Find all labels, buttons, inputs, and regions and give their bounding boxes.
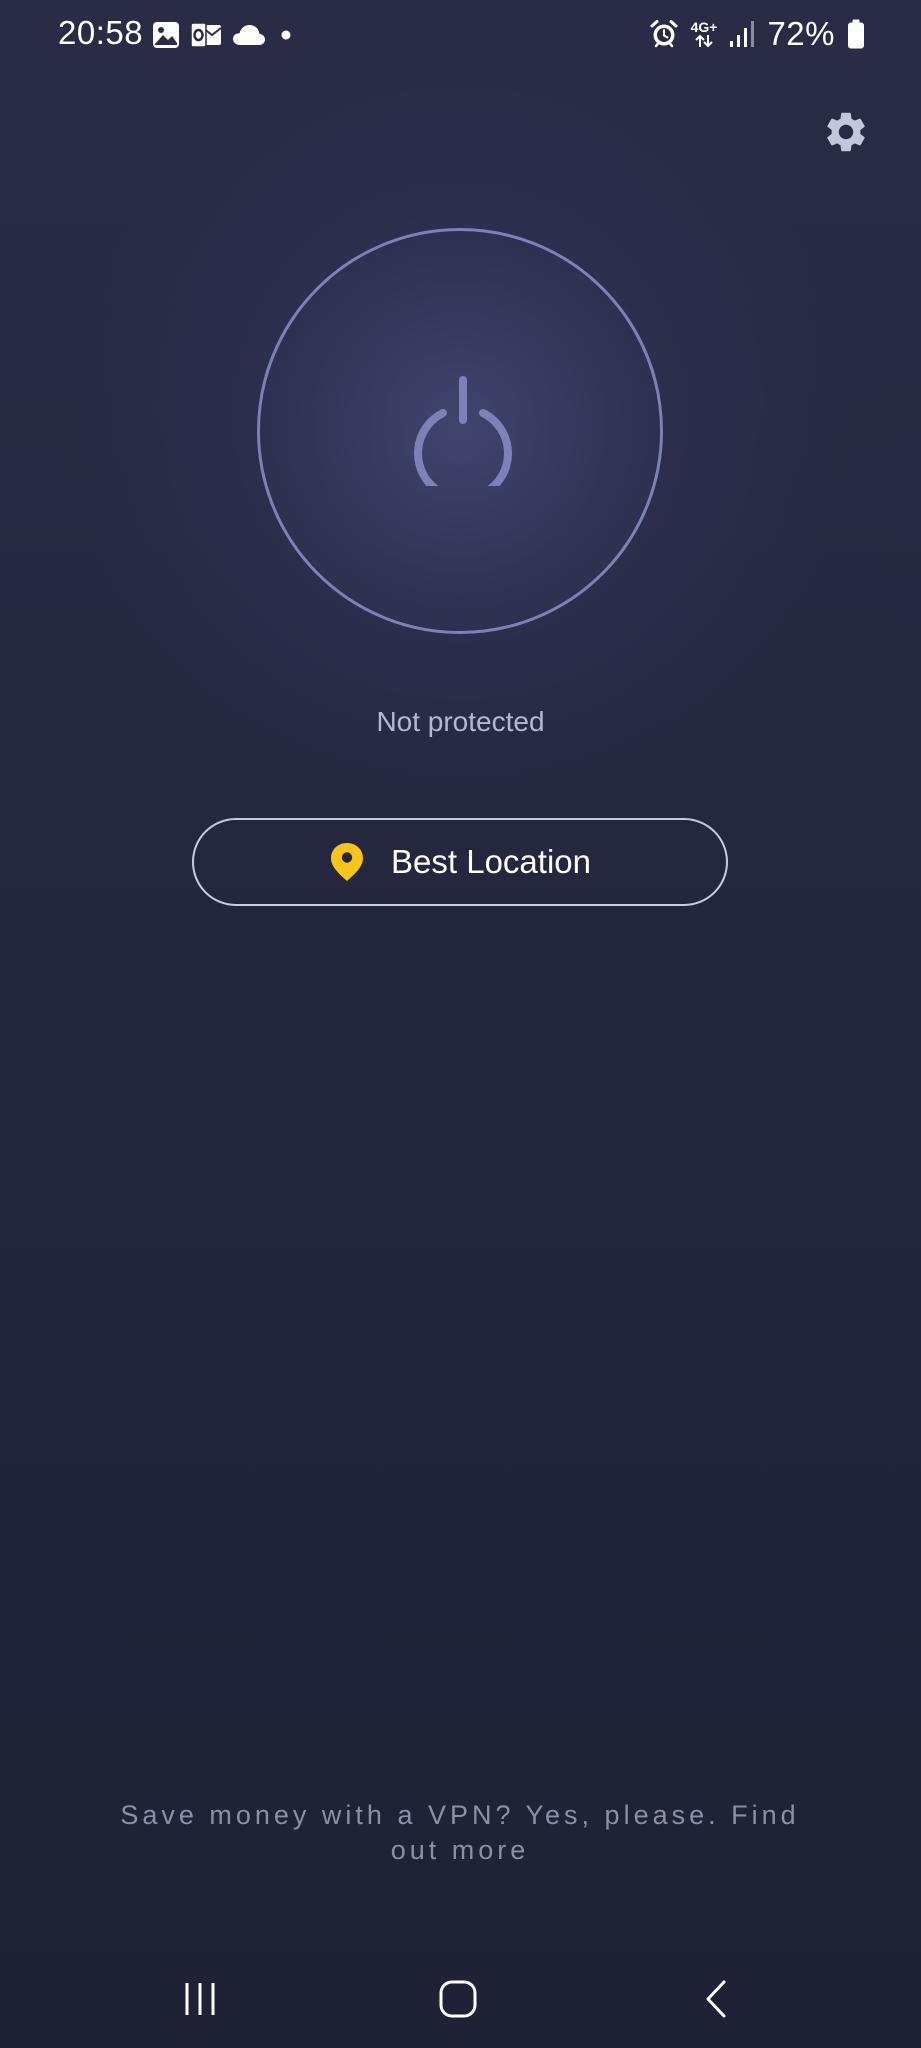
outlook-icon (190, 21, 222, 49)
recent-apps-icon (185, 1983, 215, 2015)
data-arrows-icon (695, 34, 713, 48)
gallery-icon (152, 21, 180, 49)
status-system-icons: 4G+ 72% (649, 14, 865, 54)
network-type: 4G+ (690, 19, 718, 48)
location-pin-icon (331, 843, 364, 881)
connect-button[interactable] (257, 228, 663, 634)
battery-percentage: 72% (767, 15, 835, 52)
recent-apps-button[interactable] (140, 1950, 260, 2048)
power-icon (414, 376, 512, 486)
back-icon (706, 1980, 726, 2018)
status-time: 20:58 (58, 14, 144, 51)
alarm-icon (649, 19, 679, 49)
status-bar: 20:58 4G+ 72% (0, 0, 921, 70)
home-icon (439, 1980, 477, 2018)
notification-dot-icon (276, 25, 296, 45)
navigation-bar (0, 1950, 921, 2048)
location-selector-button[interactable]: Best Location (192, 818, 728, 906)
status-notification-icons (152, 18, 296, 52)
network-label: 4G+ (690, 19, 718, 35)
cloud-icon (232, 23, 266, 47)
gear-icon (827, 112, 865, 152)
settings-button[interactable] (818, 104, 874, 160)
home-button[interactable] (398, 1950, 518, 2048)
protection-status: Not protected (376, 706, 545, 737)
signal-icon (729, 20, 755, 48)
battery-icon (847, 19, 865, 49)
back-button[interactable] (656, 1950, 776, 2048)
location-label: Best Location (391, 843, 591, 880)
promo-link[interactable]: Save money with a VPN? Yes, please. Find… (110, 1798, 810, 1868)
